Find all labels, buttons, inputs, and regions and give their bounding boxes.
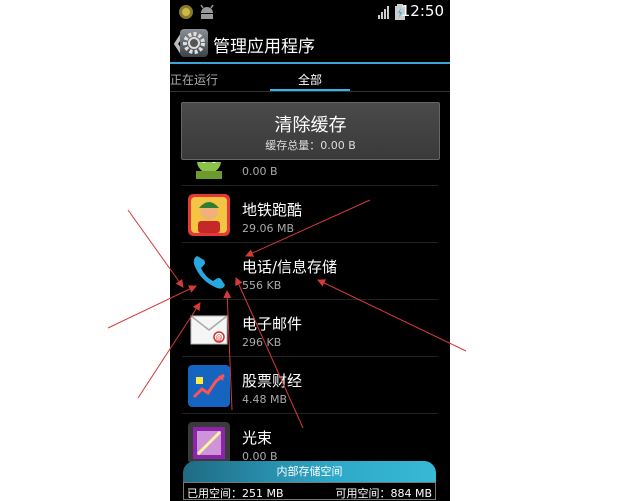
subway-surfers-icon xyxy=(188,194,230,236)
status-time: 12:50 xyxy=(400,2,444,20)
title-bar[interactable]: ❮ 管理应用程序 xyxy=(170,24,450,62)
app-name: 股票财经 xyxy=(242,372,303,390)
app-list[interactable]: 0.00 B 地铁跑酷 29.06 MB 电话/信息存储 556 KB @ 电子… xyxy=(170,162,450,462)
list-item[interactable]: 0.00 B xyxy=(170,162,450,186)
status-bar: 12:50 xyxy=(170,0,450,24)
list-item[interactable]: 地铁跑酷 29.06 MB xyxy=(170,187,450,243)
list-divider xyxy=(182,413,438,414)
app-size: 29.06 MB xyxy=(242,222,295,235)
app-name: 电子邮件 xyxy=(242,315,303,333)
used-space-label: 已用空间：251 MB xyxy=(187,487,284,500)
internal-storage-bar: 内部存储空间 已用空间：251 MB 可用空间：884 MB xyxy=(183,461,436,501)
cache-total-text: 缓存总量：0.00 B xyxy=(265,139,356,152)
svg-text:@: @ xyxy=(216,334,223,342)
tab-running[interactable]: 正在运行 xyxy=(170,71,218,88)
list-item[interactable]: 电话/信息存储 556 KB xyxy=(170,244,450,300)
clear-cache-label: 清除缓存 xyxy=(274,115,347,136)
storage-title: 内部存储空间 xyxy=(183,461,436,482)
tab-all[interactable]: 全部 xyxy=(298,71,322,88)
android-debug-icon xyxy=(200,4,214,19)
storage-usage-row: 已用空间：251 MB 可用空间：884 MB xyxy=(183,482,436,500)
app-name: 光束 xyxy=(242,429,273,447)
beam-icon xyxy=(188,422,230,462)
list-divider xyxy=(182,356,438,357)
list-item[interactable]: @ 电子邮件 296 KB xyxy=(170,301,450,357)
app-name: 电话/信息存储 xyxy=(242,258,338,276)
free-space-label: 可用空间：884 MB xyxy=(335,487,432,500)
list-divider xyxy=(182,242,438,243)
tab-divider xyxy=(170,91,450,92)
tab-bar: 正在运行 全部 xyxy=(170,64,450,92)
phone-screen: 12:50 ❮ 管理应用程序 正在运行 全部 清除缓存 缓存总量：0.00 B … xyxy=(170,0,450,501)
page-title: 管理应用程序 xyxy=(213,37,315,57)
list-item[interactable]: 光束 0.00 B xyxy=(170,415,450,462)
app-name: 地铁跑酷 xyxy=(242,201,303,219)
app-size: 0.00 B xyxy=(242,165,278,178)
notification-app-icon xyxy=(179,5,193,19)
app-size: 4.48 MB xyxy=(242,393,288,406)
signal-icon xyxy=(378,6,389,19)
phone-icon xyxy=(193,256,225,289)
settings-gear-icon[interactable] xyxy=(180,29,208,57)
app-size: 556 KB xyxy=(242,279,282,292)
list-item[interactable]: 股票财经 4.48 MB xyxy=(170,358,450,414)
stocks-icon xyxy=(188,365,230,407)
email-icon: @ xyxy=(190,315,228,345)
clear-cache-button[interactable]: 清除缓存 缓存总量：0.00 B xyxy=(181,102,440,160)
app-size: 296 KB xyxy=(242,336,282,349)
list-divider xyxy=(182,185,438,186)
android-app-icon xyxy=(196,162,222,179)
list-divider xyxy=(182,299,438,300)
